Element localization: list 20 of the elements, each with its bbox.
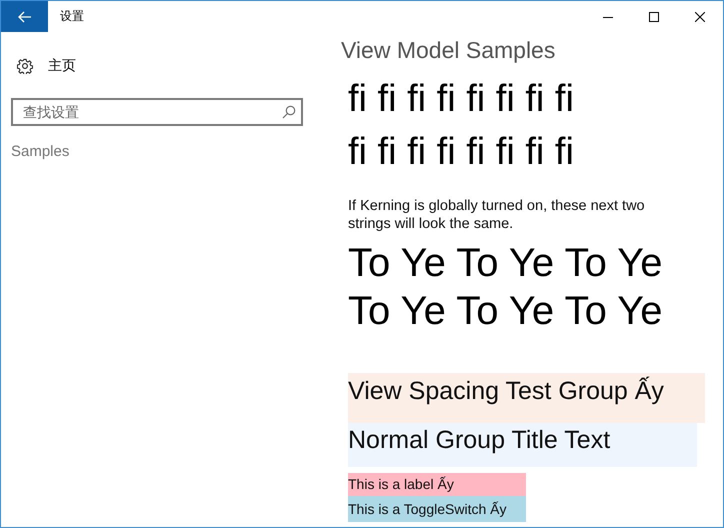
group-title: Normal Group Title Text <box>348 423 697 467</box>
home-nav-item[interactable]: 主页 <box>17 57 76 75</box>
ligature-sample: fi fi fi fi fi fi fi fi <box>348 130 574 175</box>
search-field[interactable]: 查找设置 <box>11 98 303 126</box>
close-icon <box>695 12 705 22</box>
gear-icon <box>17 58 33 74</box>
search-icon <box>282 105 296 119</box>
ligature-sample: fi fi fi fi fi fi fi fi <box>348 77 574 122</box>
kerning-sample: To Ye To Ye To Ye <box>348 240 662 287</box>
kerning-sample: To Ye To Ye To Ye <box>348 288 662 335</box>
kerning-note: If Kerning is globally turned on, these next two strings will look the same. <box>348 197 646 233</box>
toggle-switch-label: This is a ToggleSwitch Ấy <box>348 496 526 522</box>
group-title: View Spacing Test Group Ấy <box>348 373 705 423</box>
page-title: View Model Samples <box>341 37 556 64</box>
label-text: This is a label Ấy <box>348 473 526 496</box>
back-arrow-icon <box>18 10 32 22</box>
section-heading: Samples <box>11 143 70 160</box>
maximize-icon <box>649 12 659 22</box>
back-button[interactable] <box>1 1 48 32</box>
window-title: 设置 <box>60 8 84 25</box>
